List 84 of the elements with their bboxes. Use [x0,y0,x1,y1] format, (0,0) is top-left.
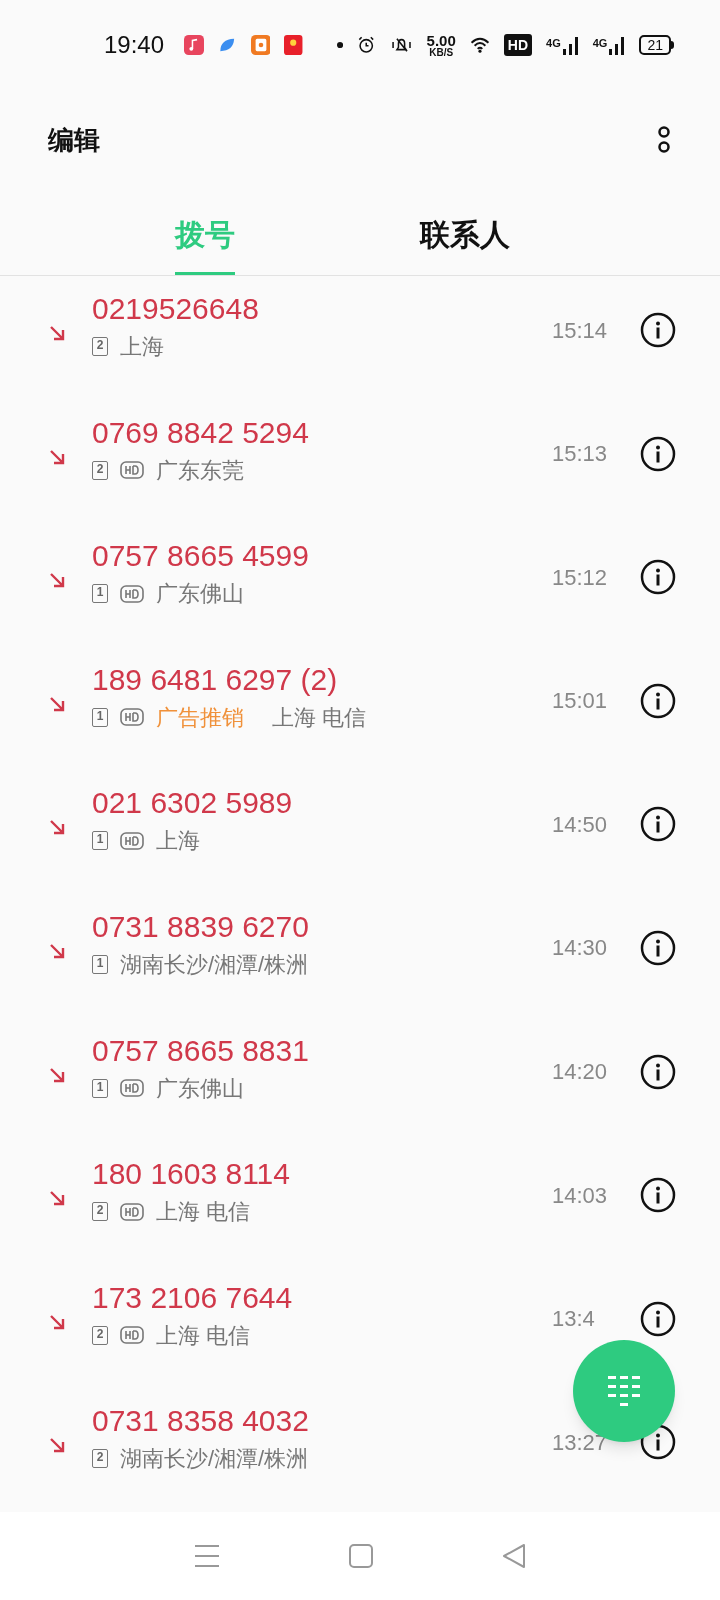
call-location: 广东佛山 [156,580,244,609]
hd-voice-label: HD [503,34,533,56]
call-time: 14:30 [552,934,609,963]
incoming-call-arrow-icon [48,941,66,960]
call-time: 14:20 [552,1058,609,1087]
network-speed: 5.00 [426,32,456,48]
hd-call-icon [120,1202,144,1221]
incoming-call-arrow-icon [48,818,66,837]
call-time: 15:13 [552,440,609,469]
back-icon[interactable] [501,1543,526,1569]
speed-unit: KB/S [429,47,454,58]
menu-icon[interactable] [194,1544,221,1568]
phone-number: 0219526648 [92,291,260,327]
info-icon[interactable] [640,806,676,843]
battery-indicator: 21 [639,35,674,55]
spam-tag: 广告推销 [156,700,244,734]
more-options-icon[interactable] [656,125,672,155]
status-time: 19:40 [104,30,165,60]
call-time: 15:14 [552,316,609,345]
signal-icon [609,35,626,55]
incoming-call-arrow-icon [48,694,66,713]
music-app-icon [184,32,205,58]
info-icon[interactable] [640,682,676,719]
hd-call-icon [120,831,144,850]
incoming-call-arrow-icon [48,571,66,590]
incoming-call-arrow-icon [48,1189,66,1208]
call-location: 广东东莞 [156,456,244,485]
call-time: 13:4 [552,1305,596,1334]
network-type: 4G [546,36,561,51]
sim-card-icon: 1 [92,584,108,604]
sim-card-icon: 1 [92,1078,108,1098]
sim-card-icon: 2 [92,1325,108,1345]
sim-card-icon: 1 [92,831,108,851]
dot-icon [336,41,344,49]
tab[interactable]: 联系人 [420,189,510,275]
incoming-call-arrow-icon [48,1436,66,1455]
incoming-call-arrow-icon [48,447,66,466]
phone-number: 0769 8842 5294 [92,414,310,451]
call-location: 上海 电信 [272,703,367,732]
info-icon[interactable] [640,1300,676,1337]
incoming-call-arrow-icon [48,324,66,342]
hd-call-icon [120,461,144,480]
info-icon[interactable] [640,1177,676,1214]
info-icon[interactable] [640,435,676,472]
dialpad-icon [607,1375,641,1407]
phone-number: 189 6481 6297 (2) [92,661,339,698]
phone-number: 0731 8358 4032 [92,1403,310,1440]
incoming-call-arrow-icon [48,1312,66,1331]
sim-card-icon: 2 [92,460,108,480]
hd-call-icon [120,1326,144,1345]
call-location: 湖南长沙/湘潭/株洲 [120,1445,309,1474]
home-icon[interactable] [349,1544,373,1568]
sim-card-icon: 1 [92,707,108,727]
call-location: 湖南长沙/湘潭/株洲 [120,950,309,979]
edit-button[interactable]: 编辑 [48,120,100,160]
call-location: 上海 电信 [156,1198,251,1227]
call-time: 14:03 [552,1181,609,1210]
info-icon[interactable] [640,1053,676,1090]
network-type: 4G [592,36,608,51]
phone-number: 173 2106 7644 [92,1279,294,1316]
call-time: 14:50 [552,810,609,839]
sim-card-icon: 2 [92,1202,108,1222]
call-location: 上海 [156,827,200,856]
sim-card-icon: 1 [92,954,108,974]
incoming-call-arrow-icon [48,1065,66,1084]
phone-number: 021 6302 5989 [92,785,294,822]
signal-icon [562,35,579,55]
hd-call-icon [120,708,144,727]
call-location: 广东佛山 [156,1074,244,1103]
info-icon[interactable] [640,929,676,966]
call-location: 上海 [120,333,164,361]
call-time: 15:01 [552,687,609,716]
sim-card-icon: 2 [92,1449,108,1469]
hd-call-icon [120,584,144,603]
call-time: 15:12 [552,563,609,592]
info-icon[interactable] [640,559,676,596]
info-icon[interactable] [640,312,676,348]
phone-number: 180 1603 8114 [92,1156,291,1193]
sim-card-icon: 2 [92,337,108,356]
hd-call-icon [120,1079,144,1098]
call-location: 上海 电信 [156,1321,251,1350]
phone-number: 0731 8839 6270 [92,908,310,945]
phone-number: 0757 8665 4599 [92,538,310,575]
phone-number: 0757 8665 8831 [92,1032,310,1069]
